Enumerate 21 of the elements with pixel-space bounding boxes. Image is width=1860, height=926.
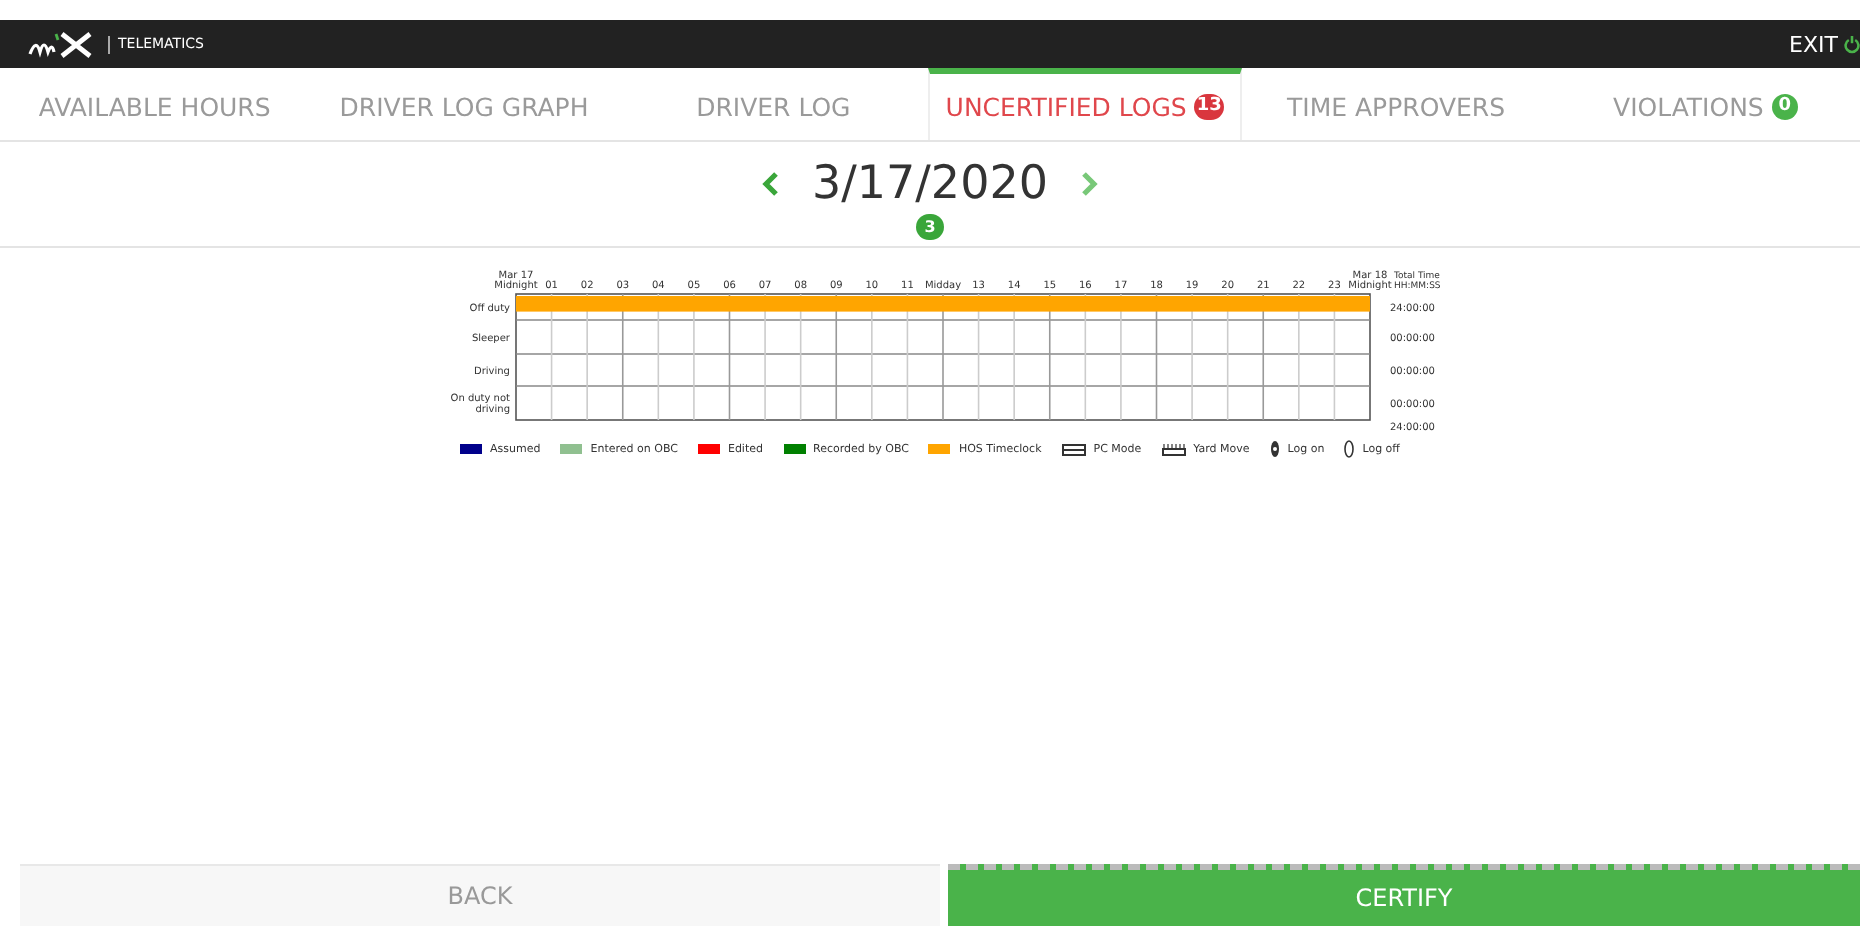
tab[interactable]: DRIVER LOG [618,68,929,140]
tab[interactable]: DRIVER LOG GRAPH [309,68,619,140]
chevron-right-icon [1079,170,1098,198]
power-icon [1844,34,1860,54]
pc-mode-icon [1061,443,1086,455]
back-button[interactable]: BACK [20,864,940,926]
date-label: 3/17/2020 [812,158,1048,210]
count-badge: 0 [1771,94,1798,120]
chevron-left-icon [762,170,781,198]
previous-button[interactable] [762,170,781,198]
exit-button[interactable]: EXIT [1789,31,1860,57]
logo-icon [28,28,96,60]
tab[interactable]: TIME APPROVERS [1241,68,1551,140]
certify-button[interactable]: CERTIFY [948,864,1860,926]
ruler-icon [1161,443,1186,455]
tab[interactable]: AVAILABLE HOURS [0,68,310,140]
tab[interactable]: UNCERTIFIED LOGS 13 [928,68,1242,140]
count-badge: 13 [1194,94,1224,120]
count-badge: 3 [916,214,944,240]
tab[interactable]: VIOLATIONS 0 [1550,68,1860,140]
next-button[interactable] [1079,170,1098,198]
